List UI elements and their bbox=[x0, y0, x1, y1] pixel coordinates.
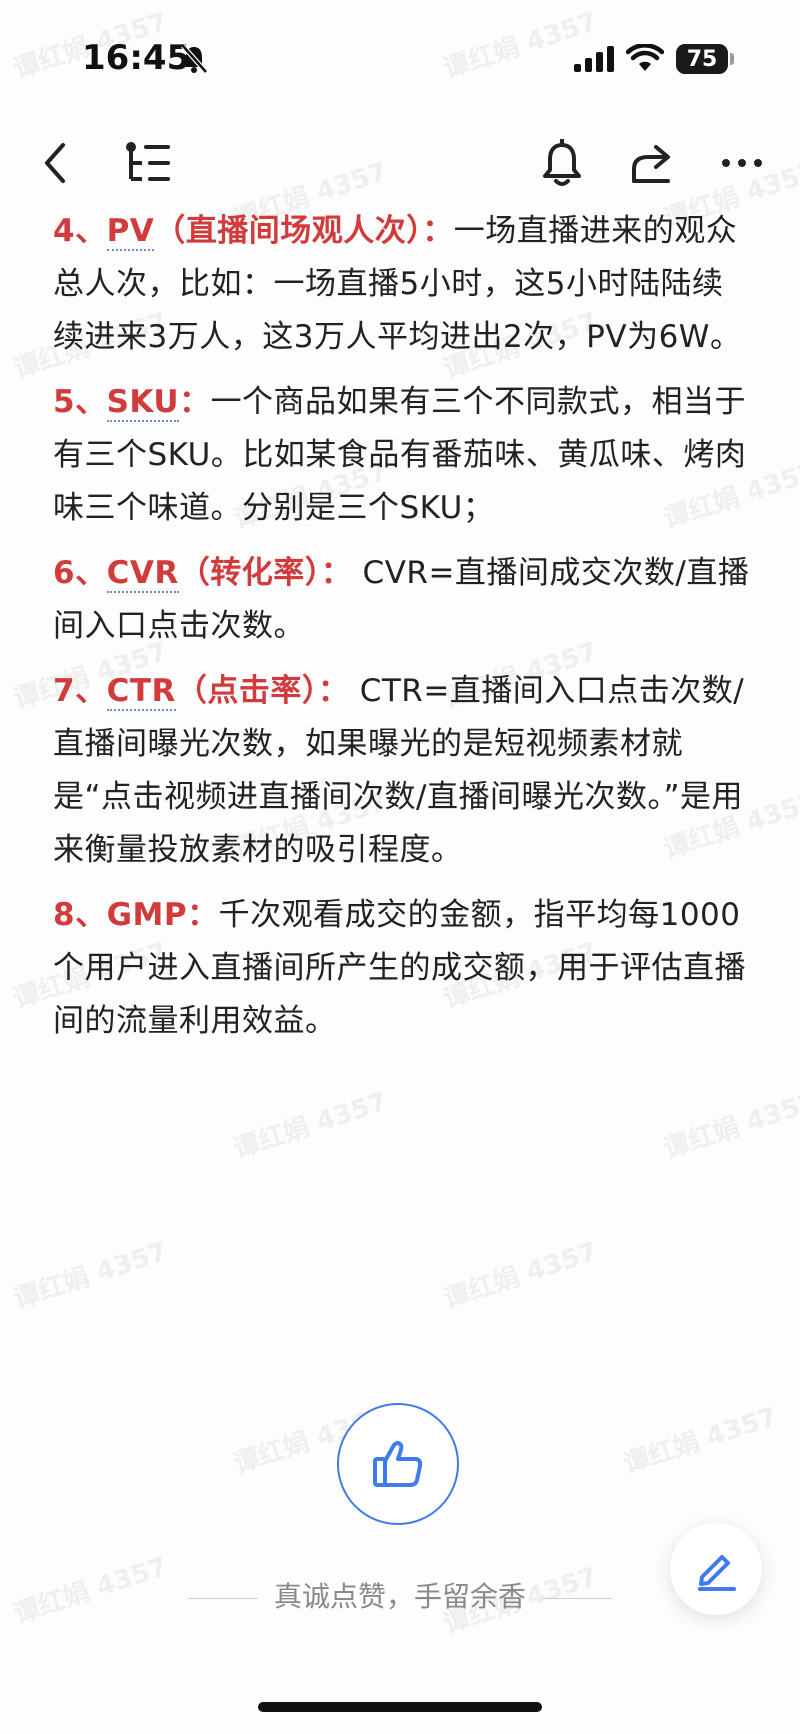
item-number: 7、 bbox=[53, 673, 107, 709]
item-number: 4、 bbox=[53, 213, 107, 249]
battery-level: 75 bbox=[686, 46, 718, 72]
term-link[interactable]: CTR bbox=[106, 673, 176, 711]
term-subtitle: （直播间场观人次） bbox=[154, 213, 423, 249]
paragraph-heading: 6、CVR（转化率）： bbox=[53, 555, 352, 593]
watermark-text: 谭红娟 4357 bbox=[230, 1086, 391, 1165]
item-number: 8、 bbox=[53, 897, 107, 933]
term-colon: ： bbox=[317, 673, 350, 709]
home-indicator[interactable] bbox=[258, 1702, 542, 1712]
term-colon: ： bbox=[179, 384, 211, 420]
term-label: GMP bbox=[106, 897, 188, 933]
battery-tip bbox=[730, 53, 734, 65]
back-button[interactable] bbox=[28, 135, 84, 191]
paragraph-heading: 4、PV（直播间场观人次）： bbox=[53, 213, 454, 251]
edit-fab-button[interactable] bbox=[670, 1523, 762, 1615]
term-colon: ： bbox=[320, 555, 353, 591]
outline-list-icon bbox=[126, 142, 170, 181]
share-icon bbox=[632, 145, 670, 183]
paragraph-ctr: 7、CTR（点击率）： CTR=直播间入口点击次数/直播间曝光次数，如果曝光的是… bbox=[53, 665, 753, 877]
bell-icon bbox=[543, 139, 581, 186]
paragraph-heading: 8、GMP： bbox=[53, 897, 219, 933]
article-content: 4、PV（直播间场观人次）：一场直播进来的观众总人次，比如：一场直播5小时，这5… bbox=[53, 205, 753, 1060]
paragraph-heading: 5、SKU： bbox=[53, 384, 211, 422]
share-button[interactable] bbox=[624, 135, 680, 191]
divider-right bbox=[542, 1597, 612, 1599]
like-button[interactable] bbox=[337, 1403, 459, 1525]
chevron-left-icon bbox=[45, 143, 65, 183]
paragraph-gmp: 8、GMP：千次观看成交的金额，指平均每1000个用户进入直播间所产生的成交额，… bbox=[53, 889, 753, 1048]
silent-mode-icon bbox=[181, 44, 208, 74]
term-link[interactable]: SKU bbox=[106, 384, 180, 422]
watermark-text: 谭红娟 4357 bbox=[10, 1236, 171, 1315]
status-time: 16:45 bbox=[82, 38, 191, 78]
divider-left bbox=[187, 1597, 258, 1599]
watermark-text: 谭红娟 4357 bbox=[660, 1086, 800, 1165]
paragraph-pv: 4、PV（直播间场观人次）：一场直播进来的观众总人次，比如：一场直播5小时，这5… bbox=[53, 205, 753, 364]
top-nav-bar bbox=[0, 125, 800, 205]
edit-pencil-icon bbox=[698, 1555, 736, 1591]
notification-button[interactable] bbox=[534, 135, 590, 191]
watermark-text: 谭红娟 4357 bbox=[620, 1401, 781, 1480]
item-number: 5、 bbox=[53, 384, 107, 420]
term-colon: ： bbox=[187, 897, 219, 933]
term-link[interactable]: CVR bbox=[106, 555, 179, 593]
term-link[interactable]: PV bbox=[106, 213, 155, 251]
more-dots-icon bbox=[722, 159, 762, 167]
wifi-icon bbox=[626, 44, 664, 71]
item-number: 6、 bbox=[53, 555, 107, 591]
term-colon: ： bbox=[422, 213, 454, 249]
paragraph-heading: 7、CTR（点击率）： bbox=[53, 673, 349, 711]
status-bar: 16:45 75 bbox=[0, 0, 800, 110]
battery-indicator: 75 bbox=[676, 44, 728, 74]
cellular-signal-icon bbox=[574, 46, 614, 72]
term-subtitle: （转化率） bbox=[178, 555, 321, 591]
term-subtitle: （点击率） bbox=[175, 673, 318, 709]
paragraph-cvr: 6、CVR（转化率）： CVR=直播间成交次数/直播间入口点击次数。 bbox=[53, 547, 753, 653]
outline-button[interactable] bbox=[118, 135, 174, 191]
more-button[interactable] bbox=[714, 135, 770, 191]
watermark-text: 谭红娟 4357 bbox=[440, 1236, 601, 1315]
thumbs-up-icon bbox=[373, 1441, 423, 1487]
paragraph-sku: 5、SKU：一个商品如果有三个不同款式，相当于有三个SKU。比如某食品有番茄味、… bbox=[53, 376, 753, 535]
like-caption-text: 真诚点赞，手留余香 bbox=[273, 1580, 526, 1613]
